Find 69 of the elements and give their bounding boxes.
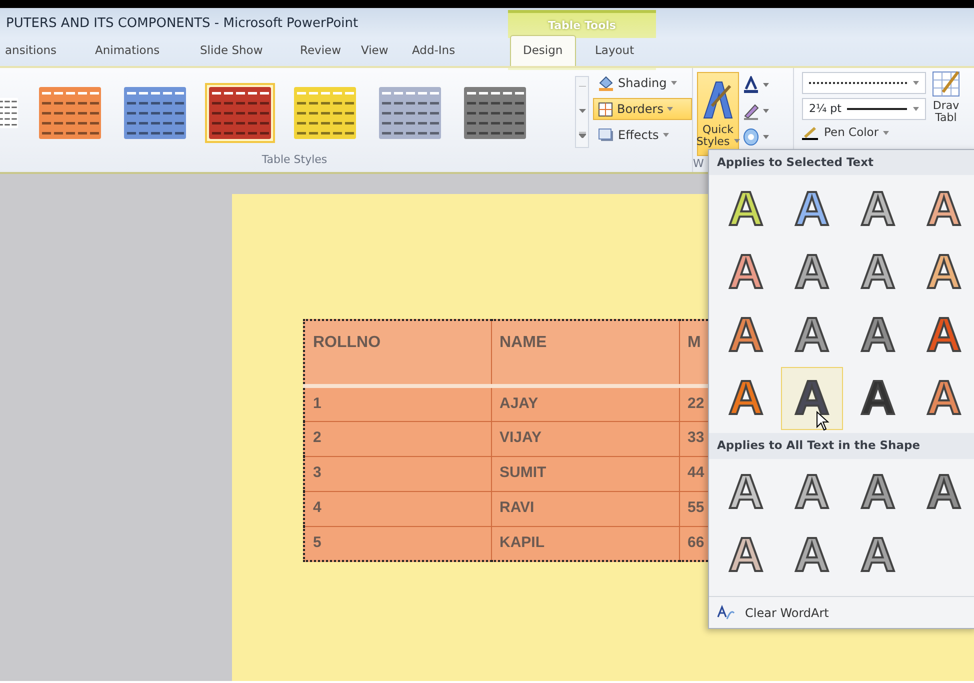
table-cell: SUMIT <box>491 456 679 491</box>
clear-wordart-icon <box>717 604 735 620</box>
table-cell: 5 <box>304 526 491 561</box>
wordart-style[interactable]: A <box>847 524 909 588</box>
window-title: PUTERS AND ITS COMPONENTS - Microsoft PowerPoint <box>6 15 358 33</box>
table-cell: RAVI <box>491 491 679 526</box>
wordart-style[interactable]: A <box>847 178 909 242</box>
section-heading: Applies to All Text in the Shape <box>709 433 974 458</box>
caret-icon <box>662 133 669 137</box>
column-header: ROLLNO <box>304 320 491 386</box>
pen-weight-dropdown[interactable]: 2¼ pt <box>802 98 926 120</box>
ribbon-tab[interactable]: Layout <box>595 42 634 66</box>
wordart-style[interactable]: A <box>913 462 974 524</box>
borders-button[interactable]: Borders <box>593 98 692 120</box>
wordart-style[interactable]: A <box>913 241 974 304</box>
ribbon-tab[interactable]: Design <box>510 34 576 66</box>
table-cell: 2 <box>304 421 491 456</box>
caret-icon <box>667 107 674 111</box>
clear-wordart-item[interactable]: Clear WordArt <box>709 596 974 628</box>
wordart-style[interactable]: A <box>781 178 843 242</box>
effects-button[interactable]: Effects <box>593 124 692 146</box>
caret-icon <box>734 139 740 144</box>
table-cell: 4 <box>304 491 491 526</box>
caret-icon[interactable] <box>763 83 769 87</box>
quick-styles-button[interactable]: Quick Styles <box>697 72 739 156</box>
section-heading: Applies to Selected Text <box>709 150 974 176</box>
caret-icon[interactable] <box>763 109 769 113</box>
group-label: Table Styles <box>260 152 328 168</box>
caret-icon <box>670 81 677 85</box>
wordart-style[interactable]: A <box>847 241 909 304</box>
table-cell: KAPIL <box>491 526 679 561</box>
contextual-tab-group-label: Table Tools <box>548 19 616 32</box>
paint-bucket-icon <box>598 75 614 91</box>
table-cell: 3 <box>304 456 491 491</box>
table-cell: 1 <box>304 386 491 421</box>
pencil-icon[interactable] <box>743 102 759 120</box>
table-cell: AJAY <box>491 386 679 421</box>
wordart-style[interactable]: A <box>913 304 974 368</box>
wordart-style[interactable]: A <box>781 241 843 304</box>
pen-style-dropdown[interactable] <box>802 72 926 94</box>
wordart-style[interactable]: A <box>781 367 843 430</box>
pen-icon <box>802 126 820 140</box>
wordart-style[interactable]: A <box>847 304 909 368</box>
table-style-swatch[interactable] <box>205 82 275 142</box>
ribbon-tab[interactable]: View <box>361 42 388 66</box>
caret-icon <box>913 81 919 85</box>
wordart-style[interactable]: A <box>913 367 974 430</box>
shading-button[interactable]: Shading <box>593 72 692 94</box>
ribbon-tab[interactable]: Animations <box>95 42 160 66</box>
text-effects-icon[interactable] <box>743 128 759 146</box>
gallery-scroll-bar[interactable] <box>575 76 589 148</box>
ribbon-tab[interactable]: ansitions <box>5 42 57 66</box>
pen-color-button[interactable]: Pen Color <box>802 124 926 142</box>
effects-icon <box>598 128 614 142</box>
caret-icon <box>913 107 919 111</box>
wordart-style[interactable]: A <box>913 178 974 242</box>
table-cell: VIJAY <box>491 421 679 456</box>
column-header: NAME <box>491 320 679 386</box>
caret-icon <box>882 130 889 135</box>
ribbon-tab[interactable]: Add-Ins <box>412 42 456 66</box>
caret-icon[interactable] <box>763 135 769 139</box>
wordart-style[interactable]: A <box>715 241 777 304</box>
group-label: W <box>693 156 704 172</box>
borders-icon <box>598 102 613 116</box>
text-fill-icon[interactable] <box>743 76 759 94</box>
ribbon-tab[interactable]: Review <box>300 42 342 66</box>
wordart-style[interactable]: A <box>847 367 909 430</box>
ribbon-tab[interactable]: Slide Show <box>200 42 263 66</box>
wordart-style[interactable]: A <box>847 462 909 524</box>
